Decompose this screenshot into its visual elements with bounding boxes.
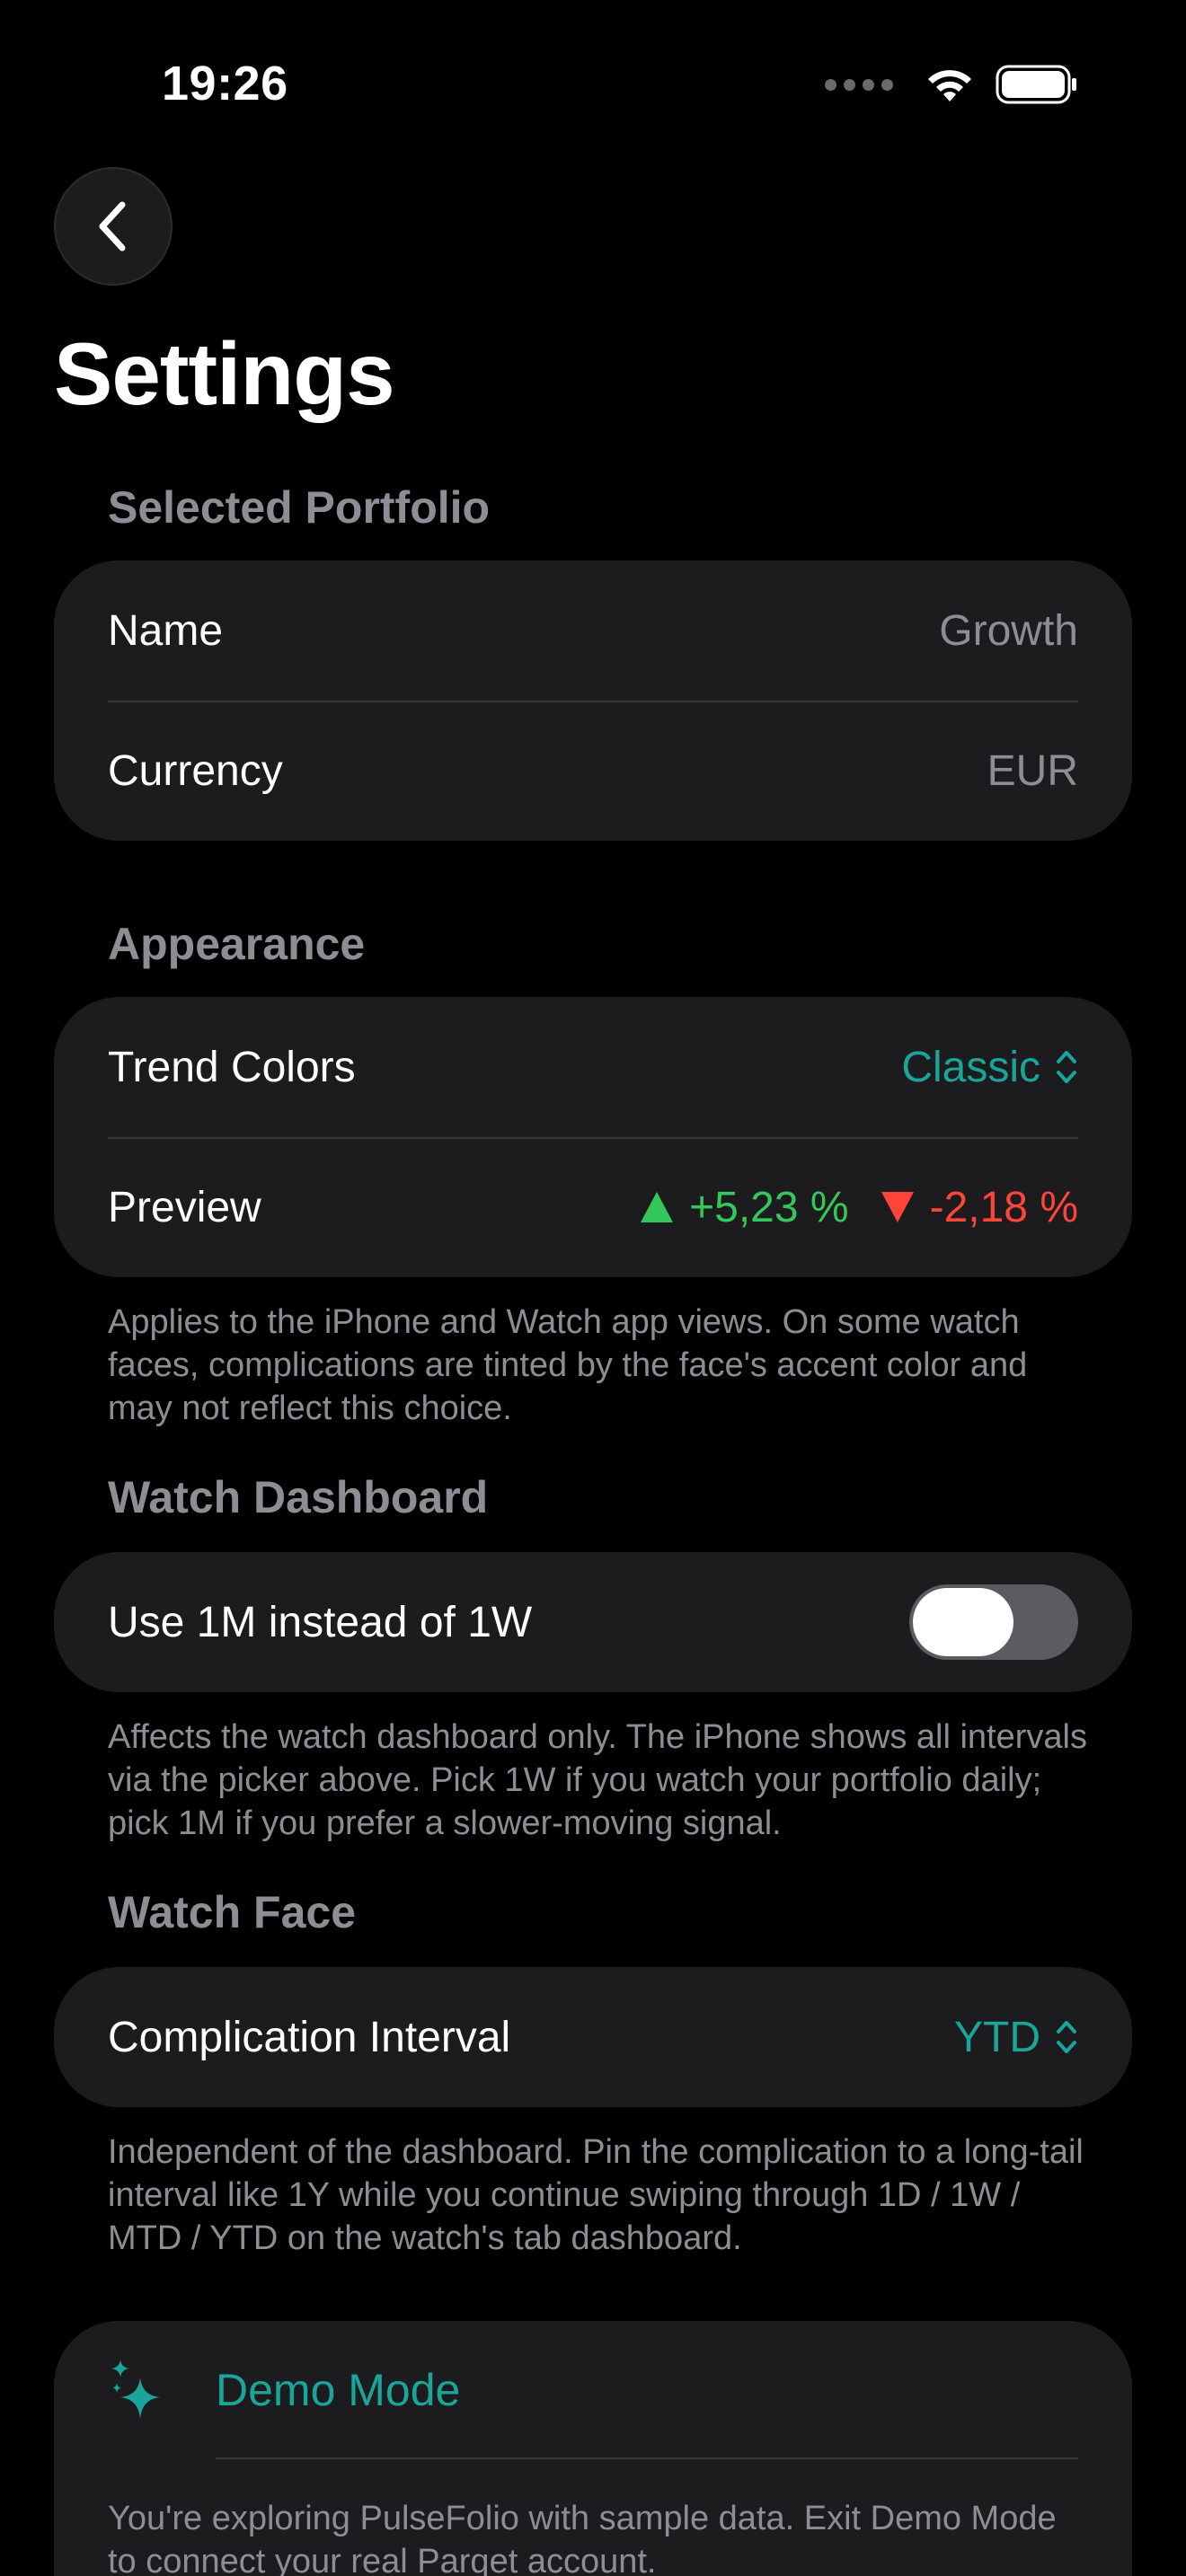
row-label: Name xyxy=(108,606,224,655)
demo-mode-title: Demo Mode xyxy=(216,2365,461,2415)
row-label: Use 1M instead of 1W xyxy=(108,1598,533,1646)
battery-icon xyxy=(996,65,1076,104)
portfolio-name-row: Name Growth xyxy=(54,560,1132,701)
watch-dashboard-card: Use 1M instead of 1W xyxy=(54,1552,1132,1692)
interval-toggle-row: Use 1M instead of 1W xyxy=(54,1552,1132,1692)
settings-screen: 19:26 Settings Selected Portfolio Name G… xyxy=(0,0,1186,2576)
watch-dashboard-footnote: Affects the watch dashboard only. The iP… xyxy=(108,1718,1087,1842)
row-value: EUR xyxy=(987,746,1078,795)
trend-colors-picker[interactable]: Classic xyxy=(901,1043,1078,1092)
row-label: Complication Interval xyxy=(108,2013,511,2061)
page-title: Settings xyxy=(54,324,395,423)
interval-toggle[interactable] xyxy=(909,1584,1078,1660)
row-value: Growth xyxy=(939,606,1078,655)
sparkles-icon xyxy=(111,2360,160,2419)
chevron-up-down-icon xyxy=(1057,1051,1076,1083)
status-icons xyxy=(825,65,1078,104)
complication-interval-row[interactable]: Complication Interval YTD xyxy=(54,1967,1132,2107)
divider xyxy=(216,2457,1078,2459)
toggle-knob xyxy=(913,1588,1013,1656)
portfolio-currency-row: Currency EUR xyxy=(54,701,1132,841)
status-time: 19:26 xyxy=(162,57,288,110)
row-label: Preview xyxy=(108,1183,261,1231)
preview-values: +5,23 % -2,18 % xyxy=(639,1183,1078,1232)
watch-face-card: Complication Interval YTD xyxy=(54,1967,1132,2107)
demo-mode-description: You're exploring PulseFolio with sample … xyxy=(108,2500,1057,2576)
wifi-icon xyxy=(928,70,971,101)
preview-row: Preview +5,23 % -2,18 % xyxy=(54,1137,1132,1277)
demo-mode-row[interactable]: Demo Mode xyxy=(54,2321,1132,2459)
section-header-watch-face: Watch Face xyxy=(108,1887,357,1937)
triangle-up-icon xyxy=(641,1192,674,1222)
chevron-up-down-icon xyxy=(1057,2021,1076,2053)
section-header-appearance: Appearance xyxy=(108,919,366,969)
trend-up-value: +5,23 % xyxy=(689,1183,849,1231)
trend-down-value: -2,18 % xyxy=(929,1183,1078,1231)
trend-down-preview: -2,18 % xyxy=(880,1183,1078,1232)
complication-interval-picker[interactable]: YTD xyxy=(954,2013,1078,2062)
triangle-down-icon xyxy=(881,1192,914,1222)
appearance-card: Trend Colors Classic Preview +5,23 % -2,… xyxy=(54,997,1132,1277)
trend-colors-row[interactable]: Trend Colors Classic xyxy=(54,997,1132,1137)
picker-value: YTD xyxy=(954,2013,1040,2061)
chevron-left-icon xyxy=(99,201,126,251)
row-label: Trend Colors xyxy=(108,1043,356,1091)
demo-mode-card: Demo Mode You're exploring PulseFolio wi… xyxy=(54,2321,1132,2576)
portfolio-card: Name Growth Currency EUR xyxy=(54,560,1132,841)
trend-up-preview: +5,23 % xyxy=(639,1183,849,1232)
appearance-footnote: Applies to the iPhone and Watch app view… xyxy=(108,1303,1028,1427)
picker-value: Classic xyxy=(901,1043,1040,1091)
watch-face-footnote: Independent of the dashboard. Pin the co… xyxy=(108,2133,1084,2257)
cellular-signal-icon xyxy=(825,78,893,91)
back-button[interactable] xyxy=(54,167,173,286)
section-header-watch-dashboard: Watch Dashboard xyxy=(108,1472,489,1522)
section-header-selected-portfolio: Selected Portfolio xyxy=(108,482,491,533)
row-label: Currency xyxy=(108,746,283,795)
